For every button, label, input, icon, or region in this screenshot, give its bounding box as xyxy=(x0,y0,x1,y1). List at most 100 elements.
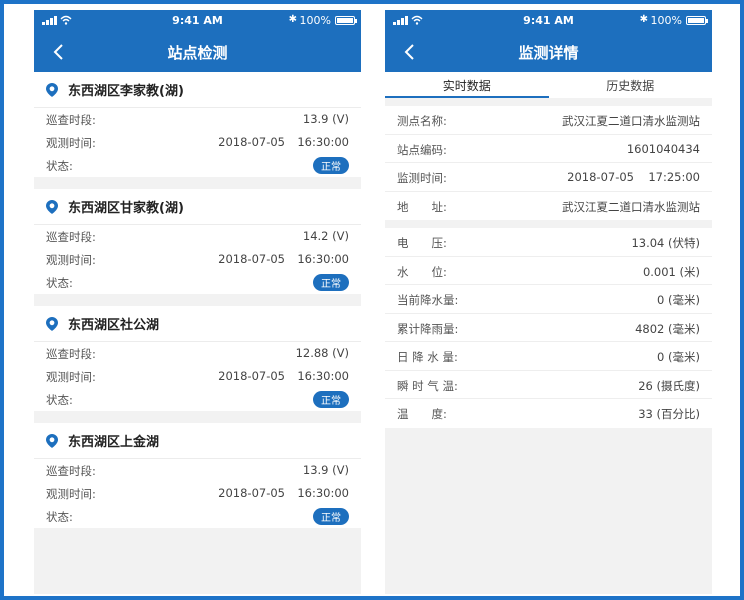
patrol-row: 巡查时段: 13.9 (V) xyxy=(34,459,361,482)
observe-date: 2018-07-05 xyxy=(218,252,285,266)
observe-time: 16:30:00 xyxy=(297,252,349,266)
observe-time: 16:30:00 xyxy=(297,135,349,149)
reading-label: 累计降雨量: xyxy=(397,321,459,336)
patrol-value: 13.9 (V) xyxy=(302,463,349,477)
state-label: 状态: xyxy=(46,159,73,173)
readings-group: 电 压: 13.04 (伏特) 水 位: 0.001 (米) 当前降水量: 0 (毫米… xyxy=(385,228,712,428)
info-row-address: 地 址: 武汉江夏二道口清水监测站 xyxy=(385,192,712,221)
observe-label: 观测时间: xyxy=(46,487,96,501)
observe-date: 2018-07-05 xyxy=(218,486,285,500)
reading-row-voltage: 电 压: 13.04 (伏特) xyxy=(385,228,712,257)
info-label: 测点名称: xyxy=(397,114,447,128)
info-value: 1601040434 xyxy=(626,141,700,156)
station-card-header: 东西湖区甘家教(湖) xyxy=(34,189,361,225)
station-card-header: 东西湖区社公湖 xyxy=(34,306,361,342)
state-label: 状态: xyxy=(46,510,73,524)
status-bar: 9:41 AM ✱ 100% xyxy=(385,10,712,32)
reading-value: 4802 (毫米) xyxy=(635,321,700,336)
observe-date: 2018-07-05 xyxy=(218,369,285,383)
state-label: 状态: xyxy=(46,276,73,290)
station-name: 东西湖区李家教(湖) xyxy=(68,84,184,99)
reading-value: 0 (毫米) xyxy=(657,293,700,307)
state-label: 状态: xyxy=(46,393,73,407)
observe-row: 观测时间: 2018-07-05 16:30:00 xyxy=(34,365,361,388)
battery-percent: 100% xyxy=(650,14,682,27)
status-badge: 正常 xyxy=(313,508,349,525)
monitor-time: 17:25:00 xyxy=(648,170,700,184)
battery-icon xyxy=(335,16,357,25)
reading-row-cumulative-rain: 累计降雨量: 4802 (毫米) xyxy=(385,314,712,342)
info-value: 武汉江夏二道口清水监测站 xyxy=(562,114,700,128)
observe-label: 观测时间: xyxy=(46,370,96,384)
station-card[interactable]: 东西湖区甘家教(湖) 巡查时段: 14.2 (V) 观测时间: 2018-07-05… xyxy=(34,189,361,294)
reading-row-current-precip: 当前降水量: 0 (毫米) xyxy=(385,285,712,314)
patrol-value: 12.88 (V) xyxy=(295,346,349,360)
info-row-station-code: 站点编码: 1601040434 xyxy=(385,135,712,163)
state-row: 状态: 正常 xyxy=(34,388,361,411)
state-row: 状态: 正常 xyxy=(34,505,361,528)
state-row: 状态: 正常 xyxy=(34,154,361,177)
reading-value: 26 (摄氏度) xyxy=(638,378,700,393)
station-name: 东西湖区甘家教(湖) xyxy=(68,201,184,216)
patrol-label: 巡查时段: xyxy=(46,464,96,478)
location-pin-icon xyxy=(46,316,58,331)
tab-bar: 实时数据 历史数据 xyxy=(385,72,712,98)
reading-label: 水 位: xyxy=(397,264,447,279)
tab-history-data[interactable]: 历史数据 xyxy=(549,72,713,98)
battery-icon xyxy=(686,16,708,25)
station-card[interactable]: 东西湖区上金湖 巡查时段: 13.9 (V) 观测时间: 2018-07-05 16:… xyxy=(34,423,361,528)
status-badge: 正常 xyxy=(313,157,349,174)
info-value: 武汉江夏二道口清水监测站 xyxy=(562,199,700,214)
nav-bar: 监测详情 xyxy=(385,32,712,72)
location-pin-icon xyxy=(46,199,58,214)
station-card[interactable]: 东西湖区社公湖 巡查时段: 12.88 (V) 观测时间: 2018-07-05 16… xyxy=(34,306,361,411)
info-label: 站点编码: xyxy=(397,142,447,157)
observe-date: 2018-07-05 xyxy=(218,135,285,149)
reading-label: 电 压: xyxy=(397,236,447,250)
status-badge: 正常 xyxy=(313,274,349,291)
reading-row-air-temp: 瞬 时 气 温: 26 (摄氏度) xyxy=(385,371,712,399)
location-pin-icon xyxy=(46,82,58,97)
info-label: 地 址: xyxy=(397,199,447,214)
station-card-header: 东西湖区上金湖 xyxy=(34,423,361,459)
observe-time: 16:30:00 xyxy=(297,369,349,383)
station-info-group: 测点名称: 武汉江夏二道口清水监测站 站点编码: 1601040434 监测时间: 2… xyxy=(385,106,712,220)
reading-row-daily-precip: 日 降 水 量: 0 (毫米) xyxy=(385,342,712,371)
station-name: 东西湖区社公湖 xyxy=(68,318,160,333)
patrol-row: 巡查时段: 13.9 (V) xyxy=(34,108,361,131)
page-title: 站点检测 xyxy=(167,44,228,62)
station-card[interactable]: 东西湖区李家教(湖) 巡查时段: 13.9 (V) 观测时间: 2018-07-05… xyxy=(34,72,361,177)
station-list-screen: 9:41 AM ✱ 100% 站点检测 东西湖区李家教(湖) 巡查时段: 13.9… xyxy=(34,10,361,594)
reading-value: 33 (百分比) xyxy=(638,407,700,421)
reading-label: 日 降 水 量: xyxy=(397,350,458,364)
station-list: 东西湖区李家教(湖) 巡查时段: 13.9 (V) 观测时间: 2018-07-05… xyxy=(34,72,361,528)
patrol-value: 14.2 (V) xyxy=(302,229,349,243)
observe-label: 观测时间: xyxy=(46,136,96,150)
reading-value: 0 (毫米) xyxy=(657,350,700,364)
patrol-value: 13.9 (V) xyxy=(302,112,349,126)
location-pin-icon xyxy=(46,433,58,448)
battery-percent: 100% xyxy=(299,14,331,27)
info-row-point-name: 测点名称: 武汉江夏二道口清水监测站 xyxy=(385,106,712,135)
status-bar: 9:41 AM ✱ 100% xyxy=(34,10,361,32)
observe-row: 观测时间: 2018-07-05 16:30:00 xyxy=(34,131,361,154)
patrol-label: 巡查时段: xyxy=(46,347,96,361)
info-row-monitor-time: 监测时间: 2018-07-05 17:25:00 xyxy=(385,163,712,192)
reading-label: 当前降水量: xyxy=(397,293,459,307)
screenshot-frame: 9:41 AM ✱ 100% 站点检测 东西湖区李家教(湖) 巡查时段: 13.9… xyxy=(4,4,740,596)
observe-row: 观测时间: 2018-07-05 16:30:00 xyxy=(34,482,361,505)
observe-time: 16:30:00 xyxy=(297,486,349,500)
tab-realtime-data[interactable]: 实时数据 xyxy=(385,72,549,98)
bluetooth-icon: ✱ xyxy=(639,14,648,25)
reading-label: 温 度: xyxy=(397,407,447,421)
patrol-row: 巡查时段: 12.88 (V) xyxy=(34,342,361,365)
reading-value: 0.001 (米) xyxy=(642,264,700,279)
patrol-label: 巡查时段: xyxy=(46,113,96,127)
page-title: 监测详情 xyxy=(518,44,579,62)
top-bar: 9:41 AM ✱ 100% 站点检测 xyxy=(34,10,361,72)
nav-bar: 站点检测 xyxy=(34,32,361,72)
reading-value: 13.04 (伏特) xyxy=(631,236,700,250)
patrol-label: 巡查时段: xyxy=(46,230,96,244)
info-label: 监测时间: xyxy=(397,171,447,185)
station-card-header: 东西湖区李家教(湖) xyxy=(34,72,361,108)
